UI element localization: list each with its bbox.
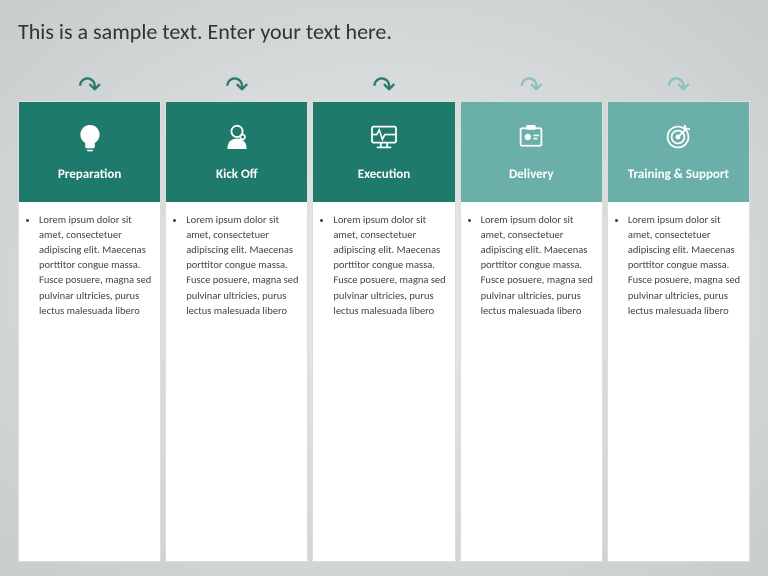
column-kickoff: Kick Off Lorem ipsum dolor sit amet, con…: [165, 101, 308, 562]
column-delivery: Delivery Lorem ipsum dolor sit amet, con…: [460, 101, 603, 562]
arrow-icon-4: ↷: [519, 73, 542, 101]
arrow-3: ↷: [312, 65, 455, 101]
preparation-text: Lorem ipsum dolor sit amet, consectetuer…: [39, 212, 152, 319]
delivery-text: Lorem ipsum dolor sit amet, consectetuer…: [481, 212, 594, 319]
kickoff-label: Kick Off: [216, 167, 258, 183]
col-header-execution: Execution: [313, 102, 454, 202]
training-support-icon: [662, 121, 694, 159]
preparation-icon: [74, 121, 106, 159]
columns-row: Preparation Lorem ipsum dolor sit amet, …: [18, 101, 750, 562]
arrow-icon-5: ↷: [667, 73, 690, 101]
kickoff-icon: [221, 121, 253, 159]
col-header-preparation: Preparation: [19, 102, 160, 202]
training-support-body: Lorem ipsum dolor sit amet, consectetuer…: [608, 202, 749, 561]
arrow-1: ↷: [18, 65, 161, 101]
kickoff-body: Lorem ipsum dolor sit amet, consectetuer…: [166, 202, 307, 561]
arrow-icon-3: ↷: [372, 73, 395, 101]
execution-icon: [368, 121, 400, 159]
col-header-training-support: Training & Support: [608, 102, 749, 202]
arrow-icon-1: ↷: [78, 73, 101, 101]
col-header-delivery: Delivery: [461, 102, 602, 202]
execution-body: Lorem ipsum dolor sit amet, consectetuer…: [313, 202, 454, 561]
arrows-row: ↷ ↷ ↷ ↷ ↷: [18, 65, 750, 101]
preparation-label: Preparation: [58, 167, 122, 183]
arrow-2: ↷: [165, 65, 308, 101]
preparation-body: Lorem ipsum dolor sit amet, consectetuer…: [19, 202, 160, 561]
delivery-icon: [515, 121, 547, 159]
column-execution: Execution Lorem ipsum dolor sit amet, co…: [312, 101, 455, 562]
column-preparation: Preparation Lorem ipsum dolor sit amet, …: [18, 101, 161, 562]
diagram-wrapper: ↷ ↷ ↷ ↷ ↷ Preparation Lorem ipsum do: [18, 65, 750, 562]
training-support-text: Lorem ipsum dolor sit amet, consectetuer…: [628, 212, 741, 319]
execution-label: Execution: [358, 167, 411, 183]
delivery-body: Lorem ipsum dolor sit amet, consectetuer…: [461, 202, 602, 561]
kickoff-text: Lorem ipsum dolor sit amet, consectetuer…: [186, 212, 299, 319]
column-training-support: Training & Support Lorem ipsum dolor sit…: [607, 101, 750, 562]
page-title: This is a sample text. Enter your text h…: [18, 18, 750, 47]
arrow-icon-2: ↷: [225, 73, 248, 101]
col-header-kickoff: Kick Off: [166, 102, 307, 202]
delivery-label: Delivery: [509, 167, 554, 183]
execution-text: Lorem ipsum dolor sit amet, consectetuer…: [333, 212, 446, 319]
arrow-5: ↷: [607, 65, 750, 101]
training-support-label: Training & Support: [628, 167, 729, 183]
arrow-4: ↷: [460, 65, 603, 101]
